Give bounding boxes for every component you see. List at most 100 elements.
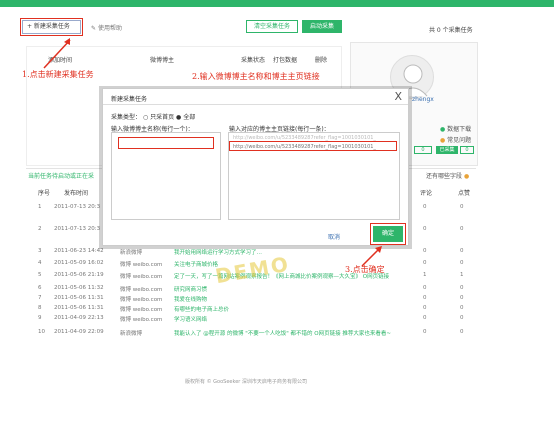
table-row: 10 2011-04-09 22:09 新浪微博 我能认入了 @程开源 的微博 "不要…: [26, 329, 476, 339]
cell-source: 微博 weibo.com: [120, 297, 163, 303]
radio-all[interactable]: ● 全部: [176, 114, 195, 121]
annotation-step1: 1.点击新建采集任务: [22, 70, 94, 79]
cell-index: 2: [38, 226, 42, 232]
cell-source: 微博 weibo.com: [120, 287, 163, 293]
cell-comment: 0: [423, 260, 427, 266]
cell-index: 6: [38, 285, 42, 291]
cell-date: 2011-05-06 11:32: [54, 285, 104, 291]
footer: 版权所有 © GooSeeker 深圳市天启电子商务有限公司: [185, 379, 307, 385]
cell-like: 0: [460, 226, 464, 232]
table-row: 3 2011-06-23 14:42 新浪微博 我开始用网络运行学习方式学习了… 0 0: [26, 248, 476, 258]
cell-index: 4: [38, 260, 42, 266]
clear-tasks-button[interactable]: 清空采集任务: [246, 20, 298, 33]
help-link[interactable]: ✎ 使用帮助: [91, 23, 122, 32]
cell-index: 7: [38, 295, 42, 301]
cell-date: 2011-07-13 20:3: [54, 204, 101, 210]
cell-content[interactable]: 有哪些的电子商上总价: [174, 305, 229, 313]
cell-source: 微博 weibo.com: [120, 307, 163, 313]
cell-date: 2011-06-23 14:42: [54, 248, 104, 254]
cell-index: 8: [38, 305, 42, 311]
radio-all-label: 全部: [183, 114, 196, 121]
badge-count-2: 0: [460, 146, 474, 154]
radio-original[interactable]: ○ 只采首页: [143, 114, 174, 121]
cell-source: 新浪微博: [120, 250, 143, 256]
profile-name: zhengx: [412, 96, 434, 103]
status-right-label: 还有哪些字段: [426, 173, 463, 180]
dialog-title: 新建采集任务: [111, 96, 148, 103]
cell-source: 微博 weibo.com: [120, 317, 163, 323]
cell-like: 0: [460, 285, 464, 291]
cell-content[interactable]: 我能认入了 @程开源 的微博 "不要一个人吃饭" 都不错的 O网页链接 推荐大家…: [174, 329, 391, 337]
start-collect-button[interactable]: 启动采集: [302, 20, 342, 33]
cell-like: 0: [460, 204, 464, 210]
cancel-button[interactable]: 取消: [328, 232, 340, 241]
close-icon[interactable]: X: [394, 90, 402, 103]
cell-date: 2011-05-06 11:31: [54, 295, 104, 301]
cell-like: 0: [460, 248, 464, 254]
cell-date: 2011-05-09 16:02: [54, 260, 104, 266]
col-pack-data: 打包数据: [273, 57, 298, 64]
col-weibo-author: 微博博主: [150, 57, 175, 64]
badge-count-1: 0: [414, 146, 432, 154]
cell-content[interactable]: 研究网商习惯: [174, 285, 207, 293]
annotation-step2: 2.输入微博博主名称和博主主页链接: [192, 72, 320, 81]
cell-like: 1: [460, 272, 464, 278]
collect-type-group: 采集类型： ○ 只采首页 ● 全部: [111, 112, 195, 121]
cell-date: 2011-05-06 21:19: [54, 272, 104, 278]
cell-index: 5: [38, 272, 42, 278]
cell-comment: 0: [423, 305, 427, 311]
cell-content[interactable]: 学习语义网络: [174, 315, 207, 323]
cell-content[interactable]: 关注电子商城价格: [174, 260, 218, 268]
radio-original-label: 只采首页: [150, 114, 175, 121]
cell-source: 新浪微博: [120, 331, 143, 337]
cell-like: 0: [460, 295, 464, 301]
highlight-url-input: [229, 141, 397, 151]
cell-comment: 1: [423, 272, 427, 278]
cell-like: 0: [460, 260, 464, 266]
new-task-dialog: 新建采集任务 X 采集类型： ○ 只采首页 ● 全部 输入微博博主名称(每行一个…: [102, 88, 409, 246]
col-delete: 删除: [315, 57, 328, 64]
status-right[interactable]: 还有哪些字段 ●: [426, 171, 469, 180]
help-label: 使用帮助: [97, 25, 122, 32]
status-left: 当前任务待启动或正在采: [28, 173, 95, 180]
cell-comment: 0: [423, 226, 427, 232]
highlight-name-input: [118, 137, 214, 149]
cell-date: 2011-05-06 11:31: [54, 305, 104, 311]
faq-label: 常见问题: [447, 137, 472, 144]
cell-date: 2011-04-09 22:13: [54, 315, 104, 321]
data-download-label: 数据下载: [447, 126, 472, 133]
cell-comment: 0: [423, 315, 427, 321]
badge-collected: 已采集: [436, 146, 458, 154]
cell-index: 9: [38, 315, 42, 321]
cell-content[interactable]: 我开始用网络运行学习方式学习了…: [174, 248, 262, 256]
col-collect-status: 采集状态: [241, 57, 266, 64]
th-comment: 评论: [420, 190, 433, 197]
data-download-option[interactable]: ● 数据下载: [440, 124, 471, 133]
cell-source: 微博 weibo.com: [120, 274, 163, 280]
cell-content[interactable]: 我爱在线购物: [174, 295, 207, 303]
cell-date: 2011-04-09 22:09: [54, 329, 104, 335]
cell-comment: 0: [423, 329, 427, 335]
table-row: 7 2011-05-06 11:31 微博 weibo.com 我爱在线购物 0 0: [26, 295, 476, 305]
cell-date: 2011-07-13 20:3: [54, 226, 101, 232]
highlight-new-task: [20, 18, 83, 36]
cell-index: 1: [38, 204, 42, 210]
cell-source: 微博 weibo.com: [120, 262, 163, 268]
highlight-ok-button: [370, 223, 406, 245]
radio-icon: ●: [440, 126, 446, 133]
question-icon: ●: [463, 173, 470, 180]
dialog-divider: [103, 104, 408, 105]
cell-comment: 0: [423, 204, 427, 210]
cell-comment: 0: [423, 285, 427, 291]
cell-like: 0: [460, 305, 464, 311]
table-row: 9 2011-04-09 22:13 微博 weibo.com 学习语义网络 0 0: [26, 315, 476, 325]
th-date: 发布时间: [64, 190, 89, 197]
th-index: 序号: [38, 190, 51, 197]
top-bar: [0, 0, 554, 7]
th-like: 点赞: [458, 190, 471, 197]
task-total: 共 0 个采集任务: [429, 27, 473, 34]
arrow-step3-icon: [361, 246, 382, 267]
collect-type-label: 采集类型：: [111, 114, 142, 121]
arrow-step1-icon: [43, 38, 71, 69]
faq-option[interactable]: ● 常见问题: [440, 135, 471, 144]
